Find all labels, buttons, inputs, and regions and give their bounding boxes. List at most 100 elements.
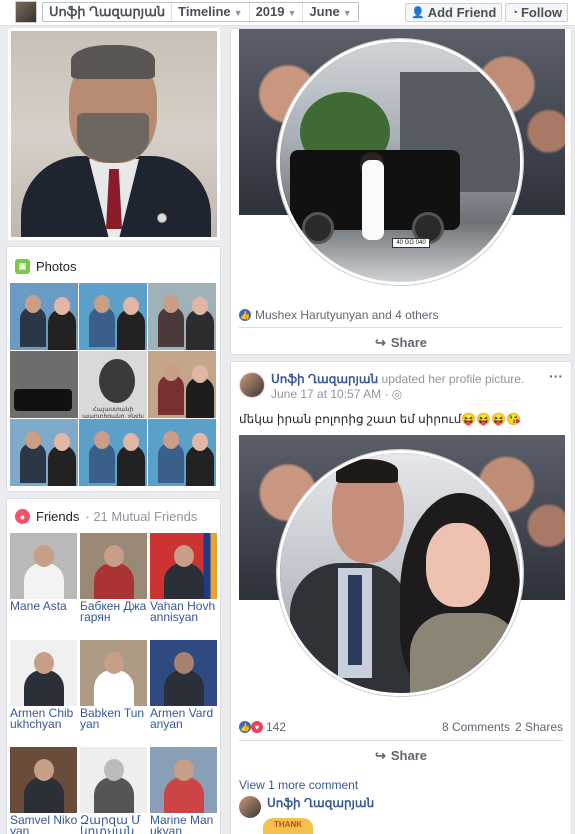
photo-thumbnail[interactable] [10, 419, 78, 486]
timeline-navigation-bar: Սոֆի Ղազարյան Timeline ▼ 2019 ▼ June ▼ 👤 Ad… [0, 0, 575, 26]
view-more-comments-link[interactable]: View 1 more comment [239, 778, 358, 792]
friends-icon: ● [15, 509, 30, 524]
post-options-icon[interactable]: ··· [549, 368, 563, 384]
post-stats: 👍 ♥ 142 8 Comments 2 Shares [239, 720, 563, 734]
profile-name: Սոֆի Ղազարյան [49, 4, 166, 19]
timeline-label: Timeline [178, 4, 231, 19]
photo-thumbnail[interactable] [148, 283, 216, 350]
photo-thumbnail[interactable] [79, 283, 147, 350]
year-label: 2019 [255, 4, 285, 19]
add-friend-button[interactable]: 👤 Add Friend [405, 3, 503, 22]
mutual-friends-count: · 21 Mutual Friends [85, 509, 198, 524]
profile-thumbnail[interactable] [15, 1, 37, 23]
friend-item[interactable]: Armen Vardanyan [150, 640, 218, 747]
friend-name[interactable]: Vahan Hovhannisyan [150, 600, 218, 623]
post-author-name[interactable]: Սոֆի Ղազարյան [271, 372, 378, 386]
photo-thumbnail[interactable] [10, 283, 78, 350]
share-icon: ↪ [374, 747, 386, 763]
friend-name[interactable]: Babken Tunyan [80, 707, 148, 730]
friends-header[interactable]: ● Friends · 21 Mutual Friends [15, 509, 197, 524]
reactions-summary[interactable]: 👍 ♥ 142 [239, 720, 286, 734]
friend-name[interactable]: Mane Asta [10, 600, 78, 612]
engagement-counts: 8 Comments 2 Shares [442, 720, 563, 734]
shares-count[interactable]: 2 Shares [515, 720, 563, 734]
profile-frame-circle[interactable] [277, 450, 523, 696]
caret-down-icon: ▼ [287, 8, 297, 18]
man-tie [348, 575, 362, 665]
photo-thumbnail[interactable] [148, 351, 216, 418]
profile-frame-circle[interactable]: 40 GG 040 [277, 39, 523, 285]
friend-name[interactable]: Armen Chibukhchyan [10, 707, 78, 730]
thank-you-sticker: THANK [263, 818, 313, 834]
photo-thumbnail[interactable] [148, 419, 216, 486]
friend-photo[interactable] [10, 747, 77, 813]
photos-card: ▣ Photos Հայաստանի պարտիզանը, ջնջել Տեղե… [6, 246, 221, 492]
friend-photo[interactable] [150, 747, 217, 813]
profile-update-post: Սոֆի Ղազարյան updated her profile pictur… [230, 361, 572, 834]
photo-thumbnail[interactable]: Հայաստանի պարտիզանը, ջնջել Տեղեկատվական [79, 351, 147, 418]
profile-name-link[interactable]: Սոֆի Ղազարյան [43, 3, 173, 21]
friend-photo[interactable] [80, 533, 147, 599]
follow-label: Follow [520, 5, 563, 20]
woman-body [410, 613, 520, 693]
reactions-summary[interactable]: 👍 Mushex Harutyunyan and 4 others [239, 308, 438, 322]
author-avatar[interactable] [239, 372, 265, 398]
profile-picture-beard [77, 113, 149, 163]
month-label: June [309, 4, 340, 19]
love-icon: ♥ [251, 721, 263, 733]
friend-photo[interactable] [10, 533, 77, 599]
add-friend-label: Add Friend [427, 5, 497, 20]
friend-item[interactable]: Samvel Nikoyan [10, 747, 78, 834]
photo-thumbnail[interactable] [79, 419, 147, 486]
profile-picture-hair [71, 45, 155, 79]
share-button[interactable]: ↪ Share [239, 740, 563, 770]
friend-photo[interactable] [150, 533, 217, 599]
friend-photo[interactable] [10, 640, 77, 706]
friend-item[interactable]: Marine Manukyan [150, 747, 218, 834]
friend-item[interactable]: Babken Tunyan [80, 640, 148, 747]
photo-caption: Հայաստանի պարտիզանը, ջնջել Տեղեկատվական [82, 407, 144, 418]
share-button[interactable]: ↪ Share [239, 327, 563, 357]
wheel [302, 212, 334, 244]
timeline-nav-group: Սոֆի Ղազարյան Timeline ▼ 2019 ▼ June ▼ [42, 2, 359, 22]
share-icon: ↪ [374, 334, 386, 350]
year-dropdown[interactable]: 2019 ▼ [250, 3, 304, 21]
friend-photo[interactable] [80, 640, 147, 706]
post-timestamp[interactable]: June 17 at 10:57 AM [271, 387, 381, 401]
profile-picture[interactable] [8, 28, 220, 240]
friend-name[interactable]: Бабкен Джагарян [80, 600, 148, 623]
post-header: Սոֆի Ղազարյան updated her profile pictur… [239, 372, 524, 401]
friend-name[interactable]: Զարզա Մկրտչյան [80, 814, 148, 834]
friend-item[interactable]: Զարզա Մկրտչյան [80, 747, 148, 834]
reactions-count: 142 [266, 720, 287, 734]
friend-item[interactable]: Armen Chibukhchyan [10, 640, 78, 747]
friend-photo[interactable] [150, 640, 217, 706]
photos-header[interactable]: ▣ Photos [15, 259, 76, 274]
post-text: մեկա իրան բոլորից շատ եմ սիրում😝😝😝😘 [239, 412, 522, 426]
friend-item[interactable]: Vahan Hovhannisyan [150, 533, 218, 640]
globe-icon: · ◎ [384, 387, 403, 401]
commenter-avatar[interactable] [239, 796, 261, 818]
man-hair [336, 459, 398, 483]
friend-name[interactable]: Armen Vardanyan [150, 707, 218, 730]
person [362, 160, 384, 240]
friend-photo[interactable] [80, 747, 147, 813]
commenter-name[interactable]: Սոֆի Ղազարյան [267, 796, 374, 818]
timeline-dropdown[interactable]: Timeline ▼ [172, 3, 250, 21]
share-label: Share [390, 335, 428, 350]
share-label: Share [390, 748, 428, 763]
like-icon: 👍 [239, 721, 251, 733]
caret-down-icon: ▼ [233, 8, 243, 18]
friend-name[interactable]: Samvel Nikoyan [10, 814, 78, 834]
friend-item[interactable]: Mane Asta [10, 533, 78, 640]
caret-down-icon: ▼ [342, 8, 352, 18]
follow-button[interactable]: ◔ Follow [505, 3, 569, 22]
license-plate: 40 GG 040 [392, 238, 430, 248]
photo-thumbnail[interactable] [10, 351, 78, 418]
friend-name[interactable]: Marine Manukyan [150, 814, 218, 834]
month-dropdown[interactable]: June ▼ [303, 3, 357, 21]
friend-item[interactable]: Бабкен Джагарян [80, 533, 148, 640]
mutual-friends-label: 21 Mutual Friends [93, 509, 198, 524]
comments-count[interactable]: 8 Comments [442, 720, 510, 734]
post-author-line: Սոֆի Ղազարյան updated her profile pictur… [271, 372, 524, 387]
